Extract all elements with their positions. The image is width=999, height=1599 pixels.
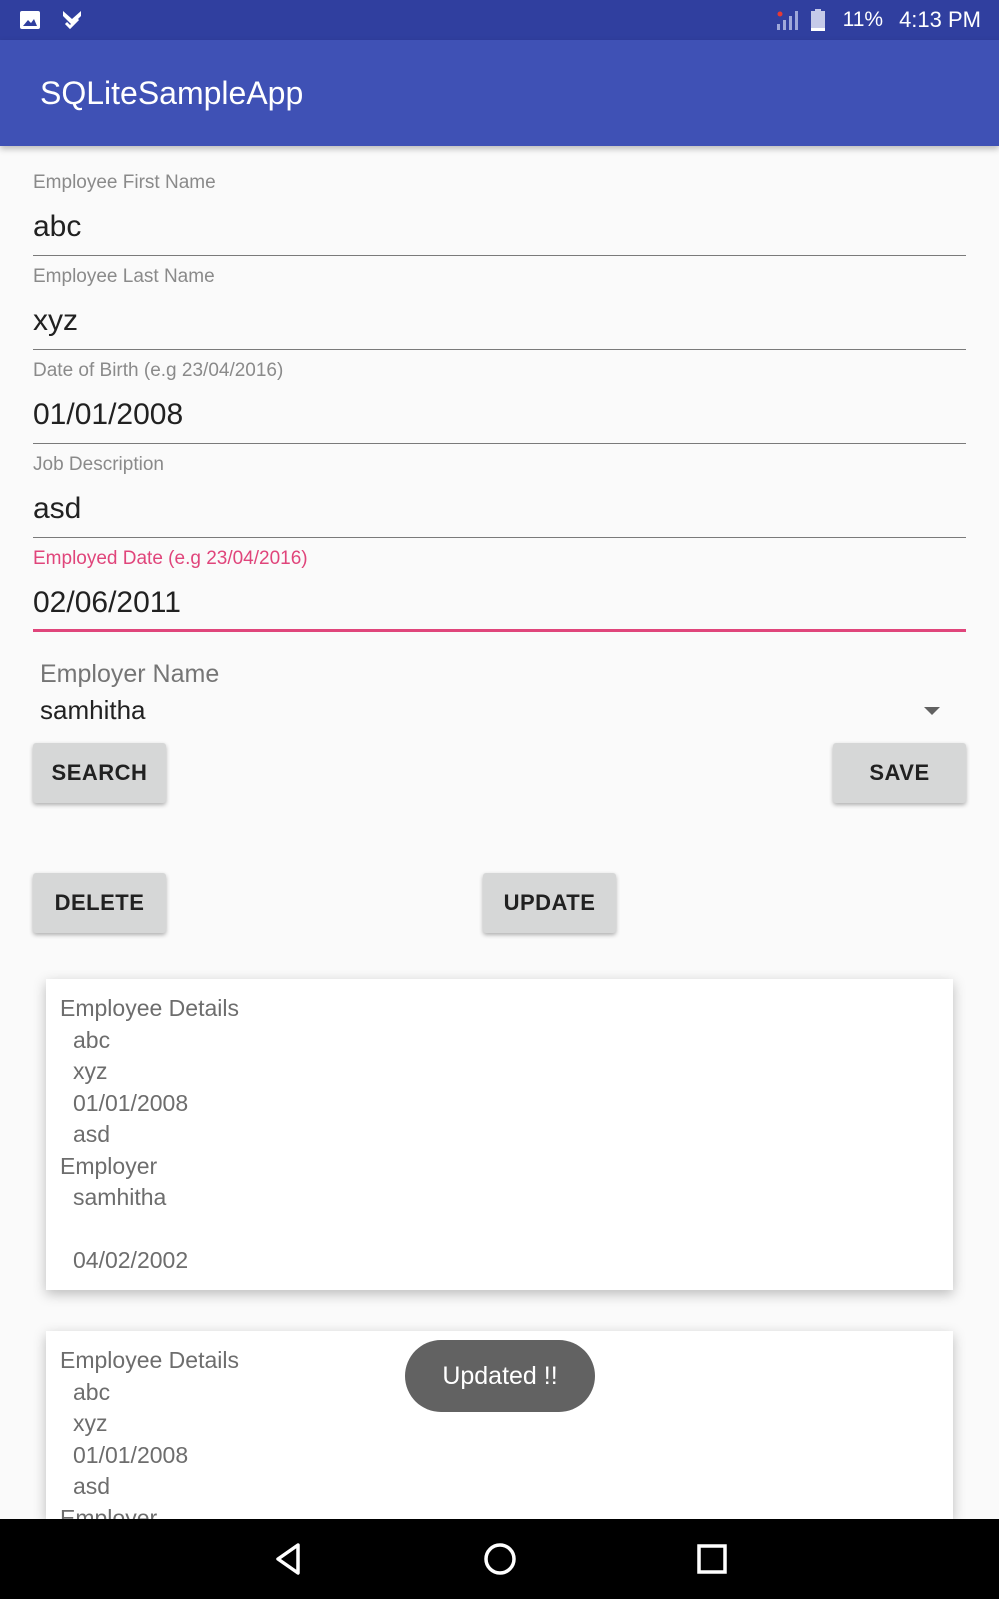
- home-icon[interactable]: [478, 1537, 522, 1581]
- employed-date-input[interactable]: 02/06/2011: [33, 574, 966, 632]
- employed-date-label: Employed Date (e.g 23/04/2016): [33, 548, 308, 569]
- card-date: 04/02/2002: [73, 1247, 189, 1273]
- image-icon: [18, 8, 42, 32]
- job-description-label: Job Description: [33, 454, 164, 475]
- app-title: SQLiteSampleApp: [40, 74, 304, 111]
- search-button[interactable]: SEARCH: [33, 743, 166, 803]
- employee-card[interactable]: Employee Details abc xyz 01/01/2008 asd …: [46, 979, 953, 1290]
- card-job: asd: [73, 1121, 111, 1147]
- job-description-input[interactable]: asd: [33, 480, 966, 538]
- employer-selected-value: samhitha: [40, 695, 146, 725]
- card-last-name: xyz: [73, 1410, 108, 1436]
- check-notification-icon: [60, 8, 84, 32]
- dropdown-arrow-icon: [924, 707, 940, 715]
- delete-button[interactable]: DELETE: [33, 873, 166, 933]
- job-description-field: Job Description asd: [33, 454, 966, 538]
- card-job: asd: [73, 1473, 111, 1499]
- signal-icon: [775, 8, 799, 32]
- card-dob: 01/01/2008: [73, 1089, 189, 1116]
- update-button[interactable]: UPDATE: [483, 873, 616, 933]
- card-employer-header: Employer: [60, 1152, 158, 1179]
- last-name-field: Employee Last Name xyz: [33, 266, 966, 350]
- card-blank-line: [60, 1214, 953, 1246]
- battery-icon: [809, 8, 833, 32]
- employer-name-label: Employer Name: [40, 660, 220, 688]
- dob-field: Date of Birth (e.g 23/04/2016) 01/01/200…: [33, 360, 966, 444]
- dob-label: Date of Birth (e.g 23/04/2016): [33, 360, 284, 381]
- card-employer: samhitha: [73, 1184, 167, 1210]
- last-name-input[interactable]: xyz: [33, 292, 966, 350]
- back-icon[interactable]: [266, 1537, 310, 1581]
- first-name-label: Employee First Name: [33, 172, 216, 193]
- clock-time: 4:13 PM: [899, 7, 981, 32]
- first-name-field: Employee First Name abc: [33, 172, 966, 256]
- card-dob: 01/01/2008: [73, 1441, 189, 1468]
- navigation-bar: [0, 1519, 999, 1599]
- employer-spinner[interactable]: samhitha: [40, 695, 950, 735]
- battery-level: 11%: [842, 8, 884, 31]
- card-employer-header: Employer: [60, 1504, 158, 1520]
- save-button[interactable]: SAVE: [833, 743, 966, 803]
- employed-date-field: Employed Date (e.g 23/04/2016) 02/06/201…: [33, 548, 966, 632]
- card-first-name: abc: [73, 1026, 111, 1053]
- card-header: Employee Details: [60, 995, 239, 1021]
- app-bar: SQLiteSampleApp: [0, 40, 999, 146]
- dob-input[interactable]: 01/01/2008: [33, 386, 966, 444]
- first-name-input[interactable]: abc: [33, 198, 966, 256]
- last-name-label: Employee Last Name: [33, 266, 215, 287]
- recents-icon[interactable]: [690, 1537, 734, 1581]
- status-bar: 11% 4:13 PM: [0, 0, 999, 40]
- card-last-name: xyz: [73, 1058, 108, 1084]
- toast-message: Updated !!: [405, 1340, 595, 1412]
